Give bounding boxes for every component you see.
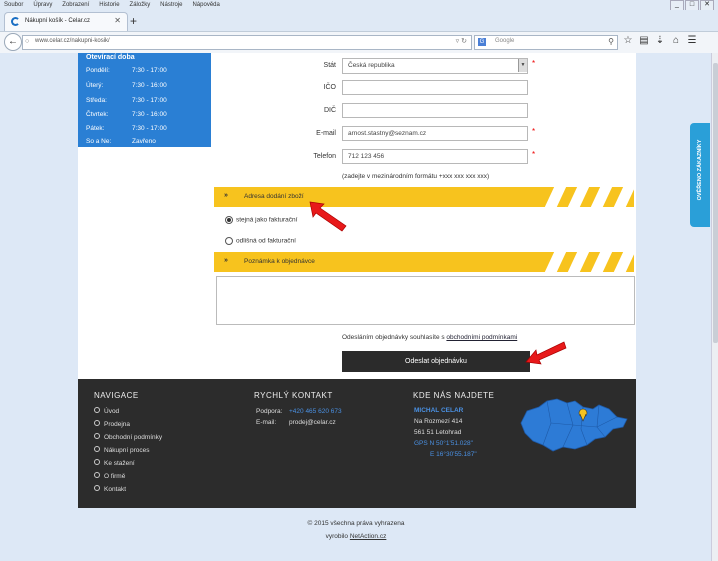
czech-map-icon[interactable] [517, 395, 629, 453]
download-icon[interactable]: ⇣ [652, 35, 668, 46]
new-tab-button[interactable]: + [130, 14, 137, 28]
footer-email[interactable]: prodej@celar.cz [289, 419, 336, 426]
hours-row: Středa: 7:30 - 17:00 [86, 97, 167, 104]
toolbar: ☆ ▤ ⇣ ⌂ ☰ [620, 35, 700, 46]
search-bar[interactable]: G Google ⚲ [474, 35, 618, 50]
support-phone[interactable]: +420 465 620 673 [289, 408, 342, 415]
footer-location-title: KDE NÁS NAJDETE [413, 391, 495, 400]
hours-row: So a Ne: Zavřeno [86, 138, 156, 145]
support-label: Podpora: [256, 408, 283, 415]
delivery-same-option[interactable]: stejná jako fakturační [225, 216, 297, 224]
footer-nav-link[interactable]: Kontakt [94, 485, 126, 493]
city-address: 561 51 Letohrad [414, 429, 462, 436]
delivery-address-title: Adresa dodání zboží [244, 193, 304, 200]
delivery-address-header[interactable]: » Adresa dodání zboží [214, 187, 634, 207]
gps-north: GPS N 50°1'51.028" [414, 440, 473, 447]
menu-edit[interactable]: Úpravy [33, 2, 52, 8]
hours-row: Úterý: 7:30 - 16:00 [86, 82, 167, 89]
opening-hours-title: Otevírací doba [86, 54, 135, 61]
home-icon[interactable]: ⌂ [668, 35, 684, 46]
footer-nav-link[interactable]: Nákupní proces [94, 446, 150, 454]
page-scrollbar[interactable] [711, 53, 718, 561]
footer-nav-title: NAVIGACE [94, 391, 139, 400]
google-icon: G [478, 38, 486, 46]
footer-nav-link[interactable]: O firmě [94, 472, 125, 480]
footer-nav-link[interactable]: Ke stažení [94, 459, 135, 467]
footer-email-label: E-mail: [256, 419, 277, 426]
address-bar[interactable]: ○ www.celar.cz/nakupni-kosik/ ▿ ↻ [22, 35, 472, 50]
delivery-different-option[interactable]: odlišná od fakturační [225, 237, 296, 245]
footer-contact-title: RYCHLÝ KONTAKT [254, 391, 333, 400]
search-icon[interactable]: ⚲ [608, 37, 614, 46]
chevron-down-icon: ▼ [518, 59, 527, 72]
menu-history[interactable]: Historie [99, 2, 119, 8]
order-note-title: Poznámka k objednávce [244, 258, 315, 265]
gps-east: E 16°30'55.187" [430, 451, 477, 458]
menu-icon[interactable]: ☰ [684, 35, 700, 46]
site-favicon-icon [11, 17, 20, 26]
hours-row: Pátek: 7:30 - 17:00 [86, 125, 167, 132]
menu-help[interactable]: Nápověda [192, 2, 219, 8]
footer-nav-link[interactable]: Úvod [94, 407, 119, 415]
company-name: MICHAL CELAR [414, 407, 464, 414]
bookmark-star-icon[interactable]: ☆ [620, 35, 636, 46]
dic-label: DIČ [323, 107, 336, 114]
url-text: www.celar.cz/nakupni-kosik/ [35, 38, 110, 44]
required-mark: * [532, 150, 536, 159]
verified-customers-badge[interactable]: OVĚŘENO ZÁKAZNÍKY [690, 123, 710, 227]
country-select[interactable]: Česká republika ▼ [342, 58, 528, 74]
submit-order-button[interactable]: Odeslat objednávku [342, 351, 530, 372]
made-by: vyrobilo NetAction.cz [325, 533, 387, 540]
browser-tab[interactable]: Nákupní košík - Celar.cz ✕ [4, 12, 128, 32]
country-label: Stát [323, 62, 336, 69]
street-address: Na Rozmezí 414 [414, 418, 463, 425]
bookmarks-list-icon[interactable]: ▤ [636, 35, 652, 46]
footer-nav-link[interactable]: Prodejna [94, 420, 130, 428]
tab-close-icon[interactable]: ✕ [114, 16, 121, 25]
menu-bar: Soubor Úpravy Zobrazení Historie Záložky… [0, 0, 718, 10]
radio-icon[interactable] [225, 237, 233, 245]
hours-row: Čtvrtek: 7:30 - 16:00 [86, 111, 167, 118]
email-field[interactable]: arnost.stastny@seznam.cz [342, 126, 528, 141]
globe-icon: ○ [25, 38, 30, 45]
terms-consent: Odesláním objednávky souhlasíte s obchod… [342, 334, 518, 341]
chevron-right-icon: » [224, 192, 228, 199]
required-mark: * [532, 59, 536, 68]
reload-icon[interactable]: ▿ ↻ [456, 37, 467, 45]
menu-view[interactable]: Zobrazení [62, 2, 89, 8]
scrollbar-thumb[interactable] [713, 63, 718, 343]
red-arrow-icon [309, 201, 347, 232]
phone-hint: (zadejte v mezinárodním formátu +xxx xxx… [342, 173, 490, 180]
chevron-right-icon: » [224, 257, 228, 264]
copyright: © 2015 všechna práva vyhrazena [307, 520, 405, 527]
menu-tools[interactable]: Nástroje [160, 2, 182, 8]
order-note-header[interactable]: » Poznámka k objednávce [214, 252, 634, 272]
required-mark: * [532, 127, 536, 136]
hours-row: Pondělí: 7:30 - 17:00 [86, 67, 167, 74]
red-arrow-icon [525, 341, 567, 365]
tab-title: Nákupní košík - Celar.cz [25, 18, 91, 24]
order-note-textarea[interactable] [216, 276, 635, 325]
menu-bookmarks[interactable]: Záložky [130, 2, 151, 8]
netaction-link[interactable]: NetAction.cz [350, 533, 387, 540]
radio-selected-icon[interactable] [225, 216, 233, 224]
phone-label: Telefon [313, 153, 336, 160]
back-button[interactable]: ← [4, 33, 22, 51]
dic-field[interactable] [342, 103, 528, 118]
ico-label: IČO [323, 84, 336, 91]
footer-nav-link[interactable]: Obchodní podmínky [94, 433, 162, 441]
opening-hours-box: Otevírací doba Pondělí: 7:30 - 17:00 Úter… [78, 53, 211, 147]
ico-field[interactable] [342, 80, 528, 95]
menu-file[interactable]: Soubor [4, 2, 23, 8]
search-placeholder: Google [495, 38, 515, 44]
phone-field[interactable]: 712 123 456 [342, 149, 528, 164]
email-label: E-mail [316, 130, 336, 137]
terms-link[interactable]: obchodními podmínkami [446, 334, 517, 341]
